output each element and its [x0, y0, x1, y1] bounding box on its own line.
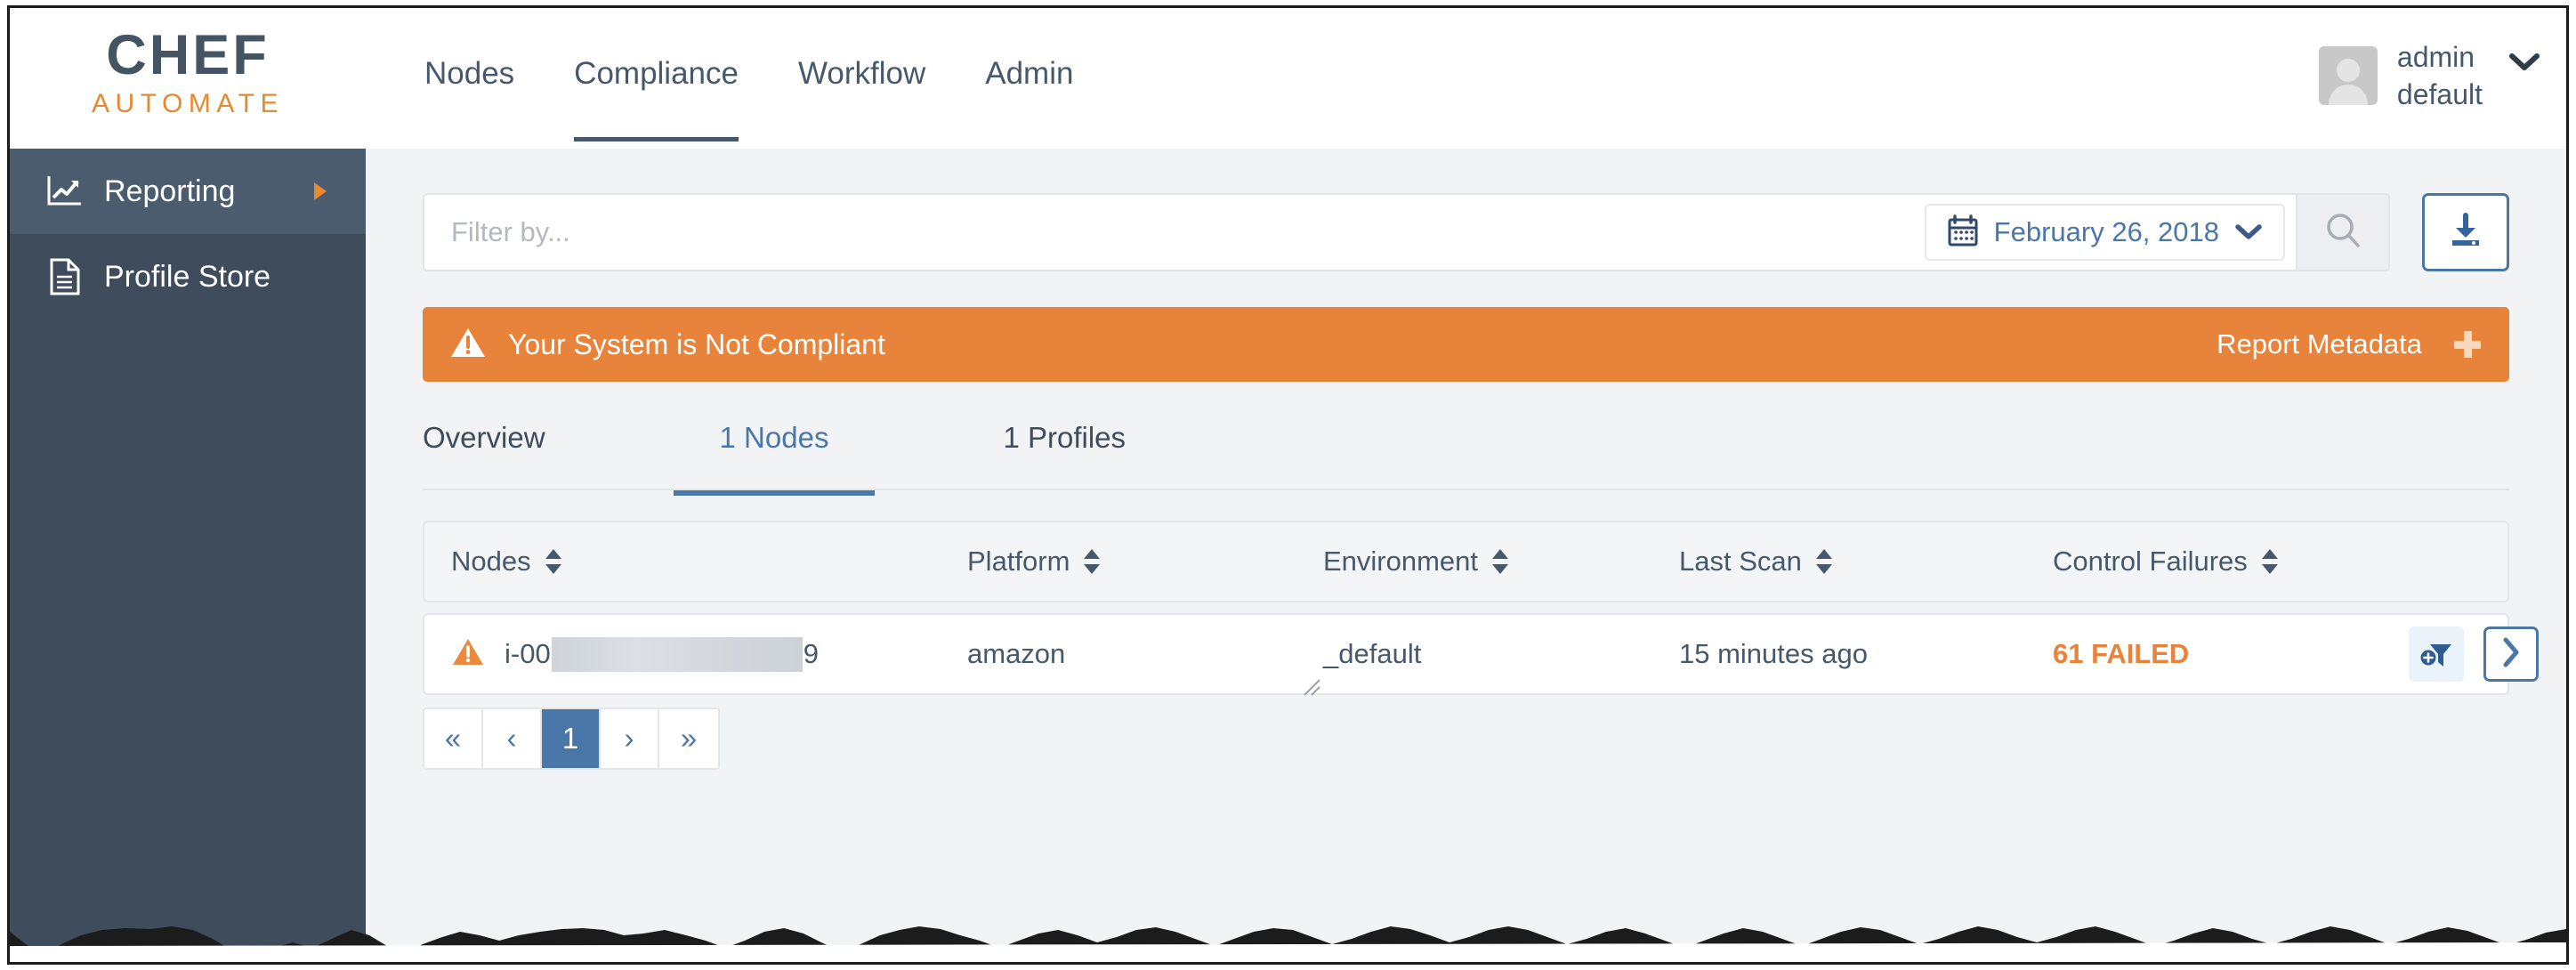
- sort-toggle-icon[interactable]: [545, 549, 561, 574]
- filter-search-group: February 26, 2018: [423, 193, 2390, 271]
- view-node-detail-button[interactable]: [2483, 626, 2539, 682]
- column-label: Platform: [967, 546, 1070, 577]
- chef-automate-logo[interactable]: CHEF AUTOMATE: [72, 28, 303, 117]
- browser-window: CHEF AUTOMATE Nodes Compliance Workflow …: [7, 5, 2569, 965]
- sort-toggle-icon[interactable]: [2261, 549, 2278, 574]
- chevron-down-icon: [2235, 221, 2262, 245]
- pagination-last[interactable]: »: [659, 709, 718, 768]
- cell-actions: [2409, 626, 2558, 682]
- column-label: Nodes: [451, 546, 531, 577]
- pagination-page-1[interactable]: 1: [542, 709, 601, 768]
- report-metadata-toggle[interactable]: Report Metadata: [2217, 328, 2481, 360]
- sort-toggle-icon[interactable]: [1815, 549, 1832, 574]
- sidebar-item-label: Reporting: [104, 174, 236, 208]
- logo-text-automate: AUTOMATE: [92, 89, 284, 118]
- chevron-right-icon: [314, 182, 327, 200]
- sidebar-item-label: Profile Store: [104, 259, 271, 294]
- pagination-next[interactable]: ›: [601, 709, 659, 768]
- download-report-button[interactable]: [2422, 193, 2509, 271]
- search-icon: [2323, 211, 2362, 255]
- logo-text-chef: CHEF: [106, 24, 270, 86]
- nav-tab-nodes[interactable]: Nodes: [424, 44, 514, 141]
- user-avatar-icon: [2318, 46, 2378, 106]
- user-identity: admin default: [2397, 38, 2483, 113]
- pagination-first[interactable]: «: [424, 709, 483, 768]
- platform-value: amazon: [967, 638, 1066, 669]
- warning-triangle-icon: [449, 326, 487, 364]
- tab-nodes[interactable]: 1 Nodes: [673, 408, 876, 496]
- sidebar-item-reporting[interactable]: Reporting: [10, 149, 366, 234]
- selected-date: February 26, 2018: [1993, 216, 2219, 247]
- redacted-block: [551, 636, 803, 672]
- nav-tab-workflow[interactable]: Workflow: [798, 44, 925, 141]
- user-org: default: [2396, 78, 2483, 111]
- nav-tab-compliance[interactable]: Compliance: [574, 44, 739, 141]
- sidebar: Reporting Profile Store: [10, 149, 366, 962]
- node-name-suffix: 9: [803, 638, 819, 669]
- table-header-row: Nodes Platform Environment Last Scan Con…: [423, 521, 2509, 602]
- document-icon: [45, 257, 85, 296]
- filter-input[interactable]: [424, 195, 1925, 270]
- node-name: i-00 9: [505, 636, 819, 672]
- chevron-down-icon[interactable]: [2509, 51, 2540, 77]
- nav-tab-admin[interactable]: Admin: [985, 44, 1073, 141]
- download-icon: [2445, 210, 2486, 255]
- tab-profiles[interactable]: 1 Profiles: [1003, 408, 1126, 494]
- column-header-control-failures[interactable]: Control Failures: [2053, 546, 2409, 578]
- nodes-table: Nodes Platform Environment Last Scan Con…: [423, 521, 2539, 696]
- user-menu[interactable]: admin default: [2318, 38, 2540, 113]
- column-header-environment[interactable]: Environment: [1323, 546, 1679, 578]
- resize-handle[interactable]: [1302, 677, 1323, 699]
- cell-control-failures: 61 FAILED: [2053, 638, 2409, 670]
- column-label: Environment: [1323, 546, 1479, 577]
- user-name: admin: [2396, 41, 2475, 73]
- add-filter-icon[interactable]: [2409, 626, 2464, 682]
- column-header-nodes[interactable]: Nodes: [424, 546, 967, 578]
- column-label: Control Failures: [2053, 546, 2248, 577]
- pagination: « ‹ 1 › »: [423, 707, 720, 770]
- chart-line-icon: [45, 172, 85, 211]
- chevron-right-icon: [2500, 636, 2522, 673]
- filter-toolbar: February 26, 2018: [423, 193, 2509, 271]
- node-name-prefix: i-00: [505, 638, 551, 669]
- environment-value: _default: [1323, 638, 1422, 669]
- date-range-selector[interactable]: February 26, 2018: [1924, 204, 2285, 261]
- sort-toggle-icon[interactable]: [1084, 549, 1101, 574]
- sidebar-item-profile-store[interactable]: Profile Store: [10, 234, 366, 319]
- table-row[interactable]: i-00 9 amazon _default 15 minutes ago 61…: [423, 613, 2539, 696]
- search-button[interactable]: [2296, 195, 2388, 270]
- column-header-platform[interactable]: Platform: [967, 546, 1323, 578]
- column-label: Last Scan: [1679, 546, 1802, 577]
- app-header: CHEF AUTOMATE Nodes Compliance Workflow …: [10, 8, 2566, 149]
- plus-icon: [2454, 331, 2481, 358]
- cell-last-scan: 15 minutes ago: [1679, 638, 2053, 670]
- column-header-last-scan[interactable]: Last Scan: [1679, 546, 2053, 578]
- cell-platform: amazon: [967, 638, 1323, 670]
- calendar-icon: [1948, 214, 1978, 251]
- main-navigation: Nodes Compliance Workflow Admin: [424, 44, 1133, 149]
- status-badge: 61 FAILED: [2053, 638, 2190, 669]
- banner-message: Your System is Not Compliant: [449, 326, 885, 364]
- cell-environment: _default: [1323, 638, 1679, 670]
- report-tabs: Overview 1 Nodes 1 Profiles: [423, 408, 2509, 496]
- banner-text: Your System is Not Compliant: [508, 327, 885, 360]
- warning-triangle-icon: [451, 637, 485, 672]
- tab-overview[interactable]: Overview: [423, 408, 545, 494]
- sort-toggle-icon[interactable]: [1492, 549, 1509, 574]
- cell-node: i-00 9: [424, 636, 967, 672]
- report-metadata-label: Report Metadata: [2217, 328, 2422, 360]
- compliance-status-banner: Your System is Not Compliant Report Meta…: [423, 307, 2509, 382]
- last-scan-value: 15 minutes ago: [1679, 638, 1868, 669]
- main-content: February 26, 2018: [366, 149, 2566, 962]
- pagination-prev[interactable]: ‹: [483, 709, 542, 768]
